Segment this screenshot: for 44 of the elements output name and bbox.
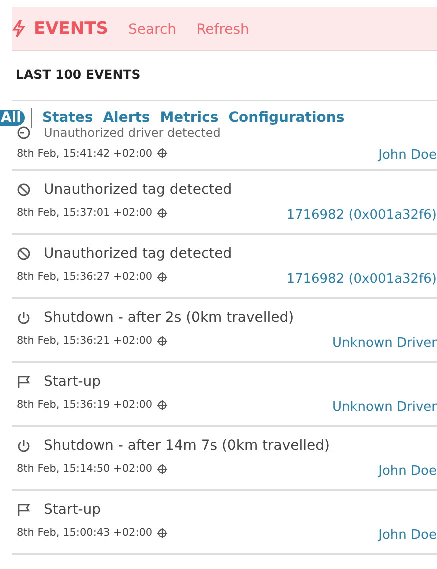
event-time: 8th Feb, 15:36:19 +02:00	[17, 399, 153, 411]
event-title: Start-up	[44, 502, 102, 518]
header-link[interactable]: Refresh	[196, 22, 250, 38]
crosshair-icon[interactable]	[156, 208, 168, 218]
event-time: 8th Feb, 15:14:50 +02:00	[17, 463, 153, 475]
event-subject-link[interactable]: 1716982 (0x001a32f6)	[286, 208, 437, 222]
crosshair-icon[interactable]	[156, 272, 168, 282]
event-title: Unauthorized tag detected	[44, 246, 232, 262]
filter-tab[interactable]: States	[42, 110, 94, 126]
event-subject-link[interactable]: Unknown Driver	[332, 400, 437, 414]
event-title: Unauthorized tag detected	[44, 182, 232, 198]
crosshair-icon[interactable]	[156, 464, 168, 474]
lightning-icon	[12, 20, 26, 38]
filter-tab[interactable]: All	[0, 110, 26, 126]
event-title: Unauthorized driver detected	[44, 126, 221, 140]
event-time: 8th Feb, 15:37:01 +02:00	[17, 207, 153, 219]
flag-icon	[17, 502, 31, 516]
event-title: Shutdown - after 14m 7s (0km travelled)	[44, 438, 330, 454]
event-time: 8th Feb, 15:36:27 +02:00	[17, 271, 153, 283]
crosshair-icon[interactable]	[156, 400, 168, 410]
event-title: Start-up	[44, 374, 102, 390]
event-time: 8th Feb, 15:36:21 +02:00	[17, 335, 153, 347]
event-subject-link[interactable]: John Doe	[378, 148, 437, 163]
event-subject-link[interactable]: Unknown Driver	[332, 336, 437, 350]
power-icon	[17, 438, 31, 452]
event-title: Shutdown - after 2s (0km travelled)	[44, 310, 294, 326]
crosshair-icon[interactable]	[156, 148, 168, 159]
event-time: 8th Feb, 15:00:43 +02:00	[17, 527, 153, 539]
flag-icon	[17, 374, 31, 388]
ban-icon	[17, 246, 31, 260]
event-subject-link[interactable]: John Doe	[378, 528, 437, 542]
crosshair-icon[interactable]	[156, 336, 168, 346]
page-title: EVENTS	[34, 18, 108, 38]
section-title: LAST 100 EVENTS	[12, 51, 437, 101]
event-time: 8th Feb, 15:41:42 +02:00	[17, 148, 153, 160]
power-icon	[17, 310, 31, 324]
filter-tab[interactable]: Metrics	[160, 110, 219, 126]
header-link[interactable]: Search	[128, 22, 177, 38]
filter-tab[interactable]: Configurations	[228, 110, 345, 126]
event-subject-link[interactable]: 1716982 (0x001a32f6)	[286, 272, 437, 286]
filter-tab[interactable]: Alerts	[103, 110, 150, 126]
event-subject-link[interactable]: John Doe	[378, 464, 437, 478]
ban-icon	[17, 182, 31, 196]
crosshair-icon[interactable]	[156, 528, 168, 538]
